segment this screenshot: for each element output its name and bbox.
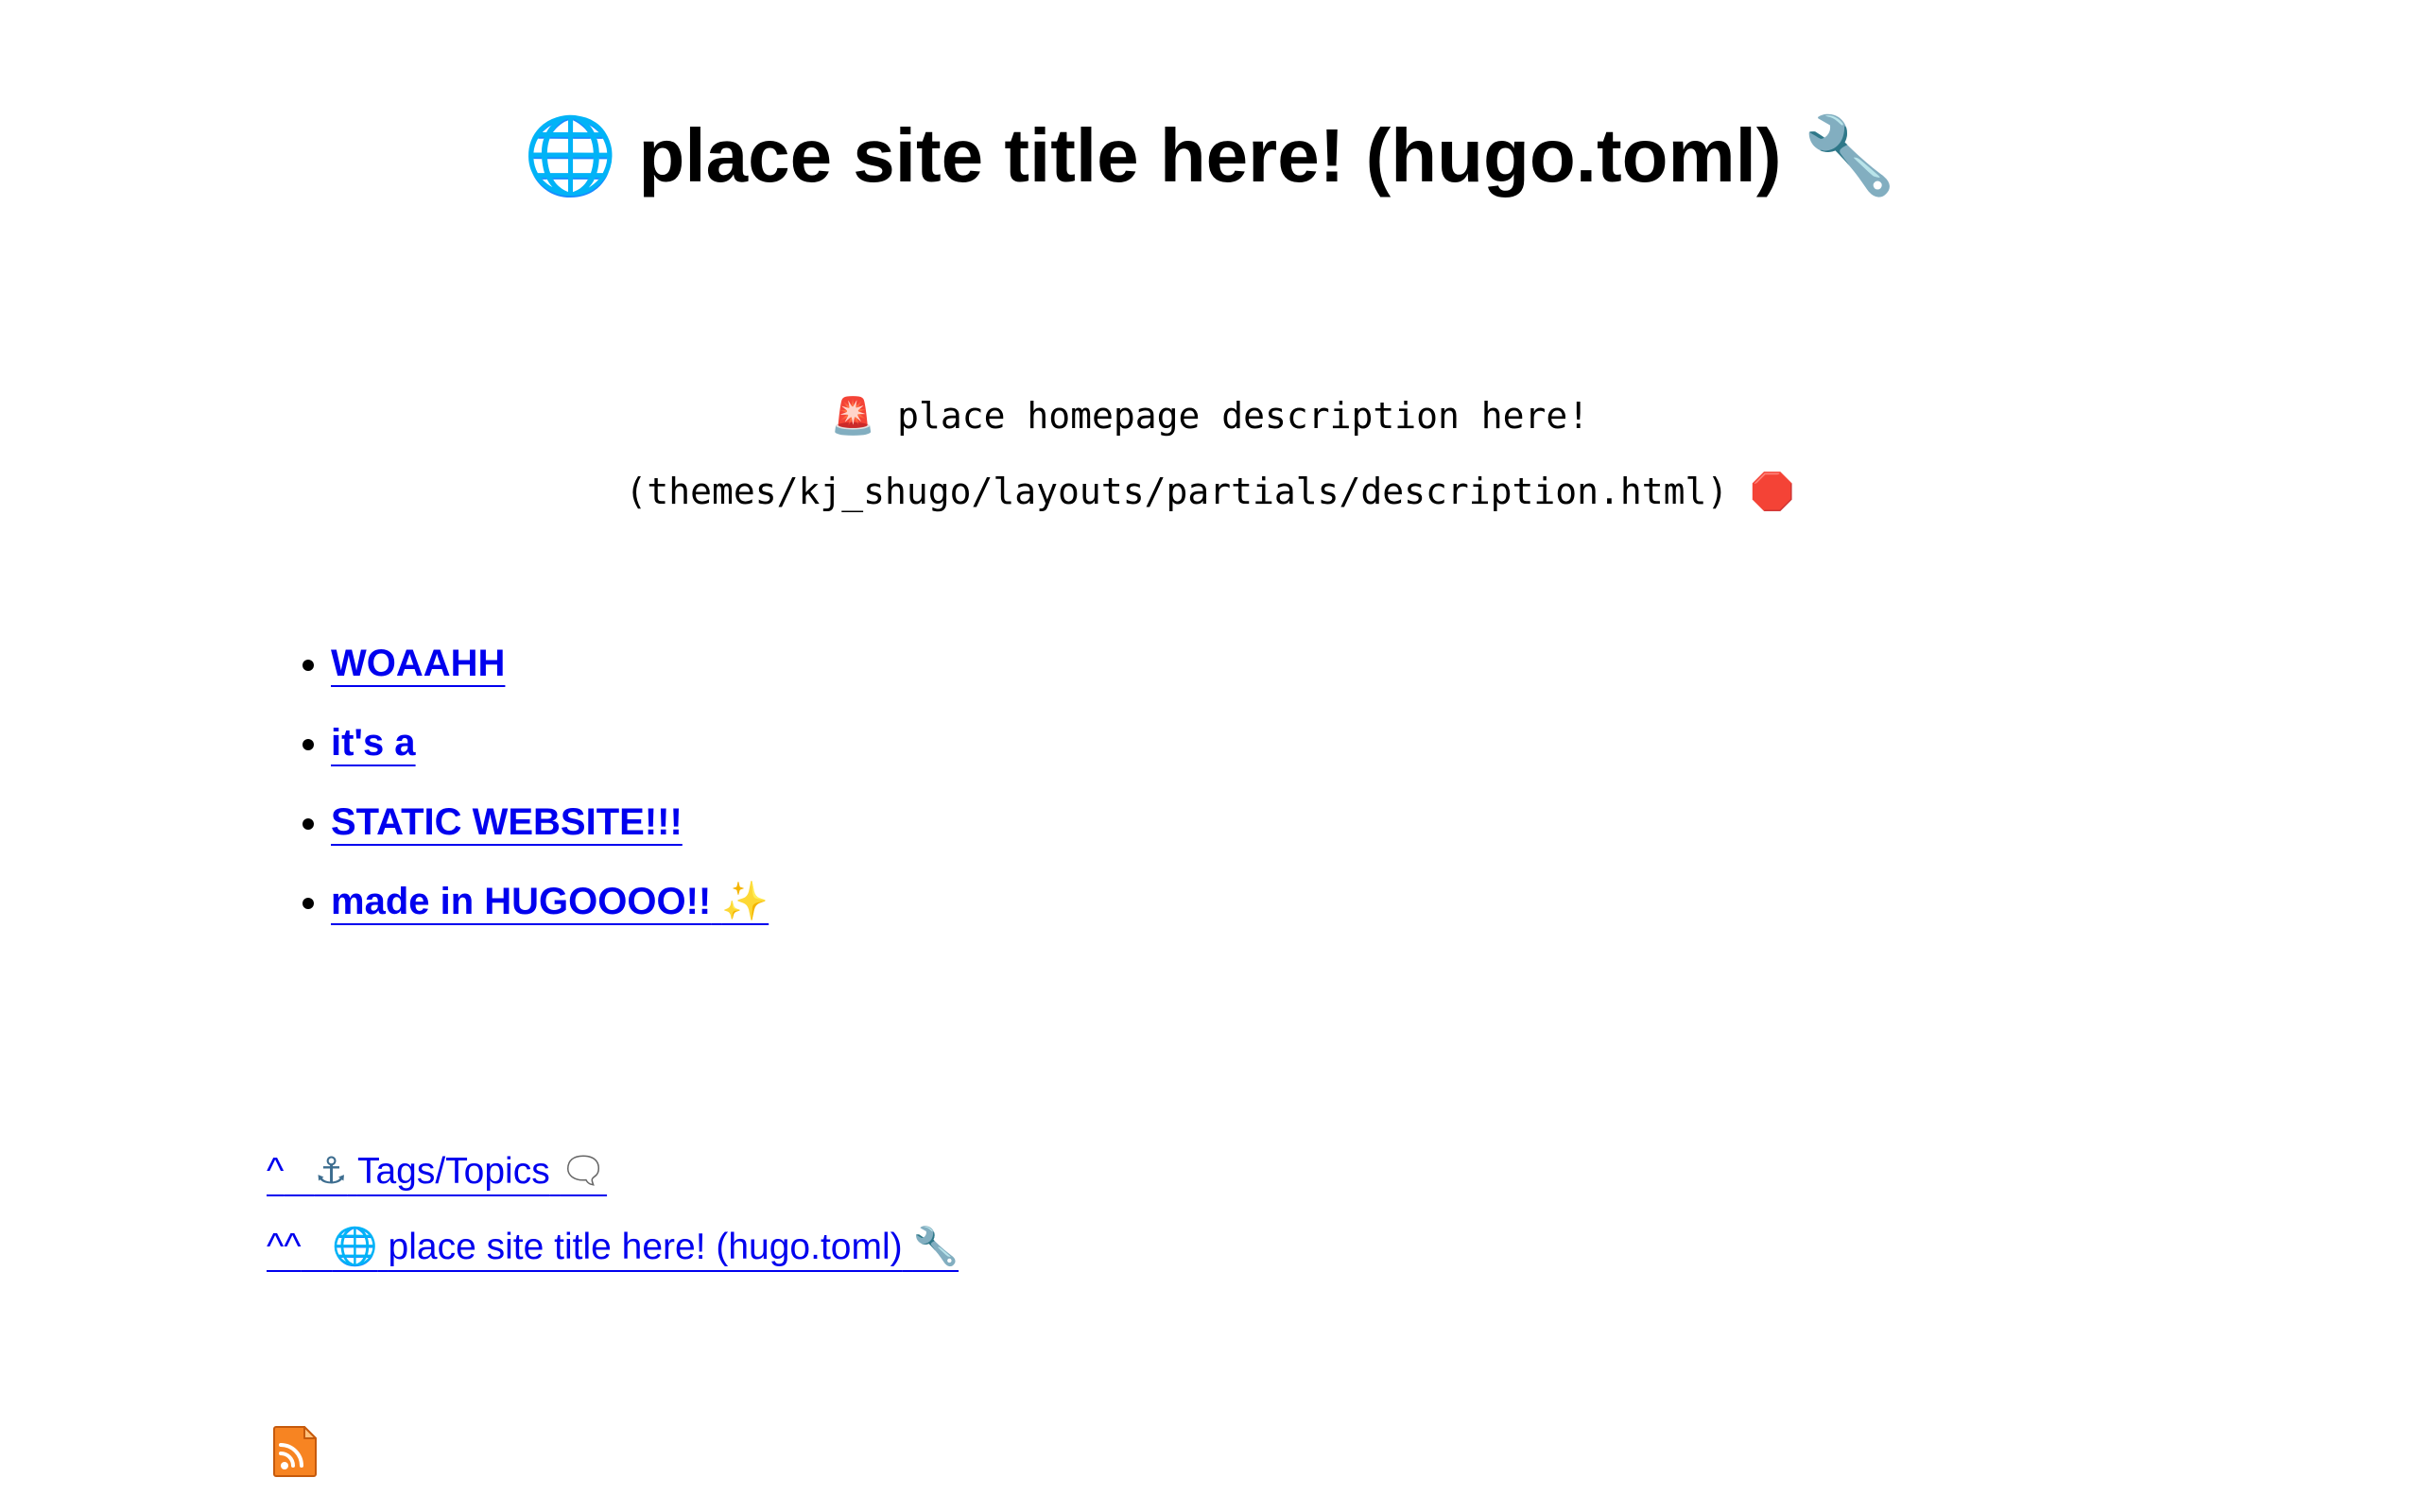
nav-link-static-website[interactable]: STATIC WEBSITE!!! (331, 801, 683, 843)
wrench-icon: 🔧 (1802, 112, 1897, 199)
wrench-icon: 🔧 (912, 1226, 959, 1268)
siren-icon: 🚨 (830, 395, 876, 437)
tags-topics-label: Tags/Topics (356, 1151, 550, 1192)
nav-link-label: STATIC WEBSITE!!! (331, 801, 683, 843)
list-item: STATIC WEBSITE!!! (331, 782, 769, 862)
list-item: WOAAHH (331, 624, 769, 703)
homepage-description: 🚨 place homepage description here! (them… (397, 378, 2023, 529)
footer-links: ^ ⚓ Tags/Topics 🗨 ^^ 🌐 place site title … (267, 1134, 959, 1285)
up-caret: ^ (267, 1151, 285, 1192)
tags-topics-link[interactable]: ^ ⚓ Tags/Topics 🗨 (267, 1134, 607, 1210)
site-title-text: place site title here! (hugo.toml) (638, 113, 1782, 198)
globe-icon: 🌐 (332, 1226, 378, 1268)
site-title: 🌐 place site title here! (hugo.toml) 🔧 (0, 104, 2420, 208)
rss-feed-icon[interactable] (272, 1425, 318, 1478)
nav-link-made-in-hugo[interactable]: made in HUGOOOO!! ✨ (331, 880, 769, 923)
globe-icon: 🌐 (523, 112, 618, 199)
stop-sign-icon: 🛑 (1750, 471, 1795, 512)
anchor-icon: ⚓ (314, 1150, 348, 1193)
list-item: made in HUGOOOO!! ✨ (331, 862, 769, 941)
home-link-label: place site title here! (hugo.toml) (388, 1227, 903, 1267)
list-item: it's a (331, 703, 769, 782)
nav-link-woaahh[interactable]: WOAAHH (331, 643, 505, 684)
nav-link-its-a[interactable]: it's a (331, 722, 416, 764)
speech-bubble-icon: 🗨 (560, 1150, 608, 1193)
double-up-caret: ^^ (267, 1227, 302, 1267)
nav-link-label: it's a (331, 722, 416, 764)
sparkles-icon: ✨ (721, 880, 769, 923)
nav-link-label: made in HUGOOOO!! (331, 881, 712, 922)
nav-list: WOAAHH it's a STATIC WEBSITE!!! made in … (331, 624, 769, 941)
home-link[interactable]: ^^ 🌐 place site title here! (hugo.toml) … (267, 1210, 959, 1285)
homepage-description-text: place homepage description here! (themes… (625, 395, 1729, 512)
nav-link-label: WOAAHH (331, 643, 506, 684)
